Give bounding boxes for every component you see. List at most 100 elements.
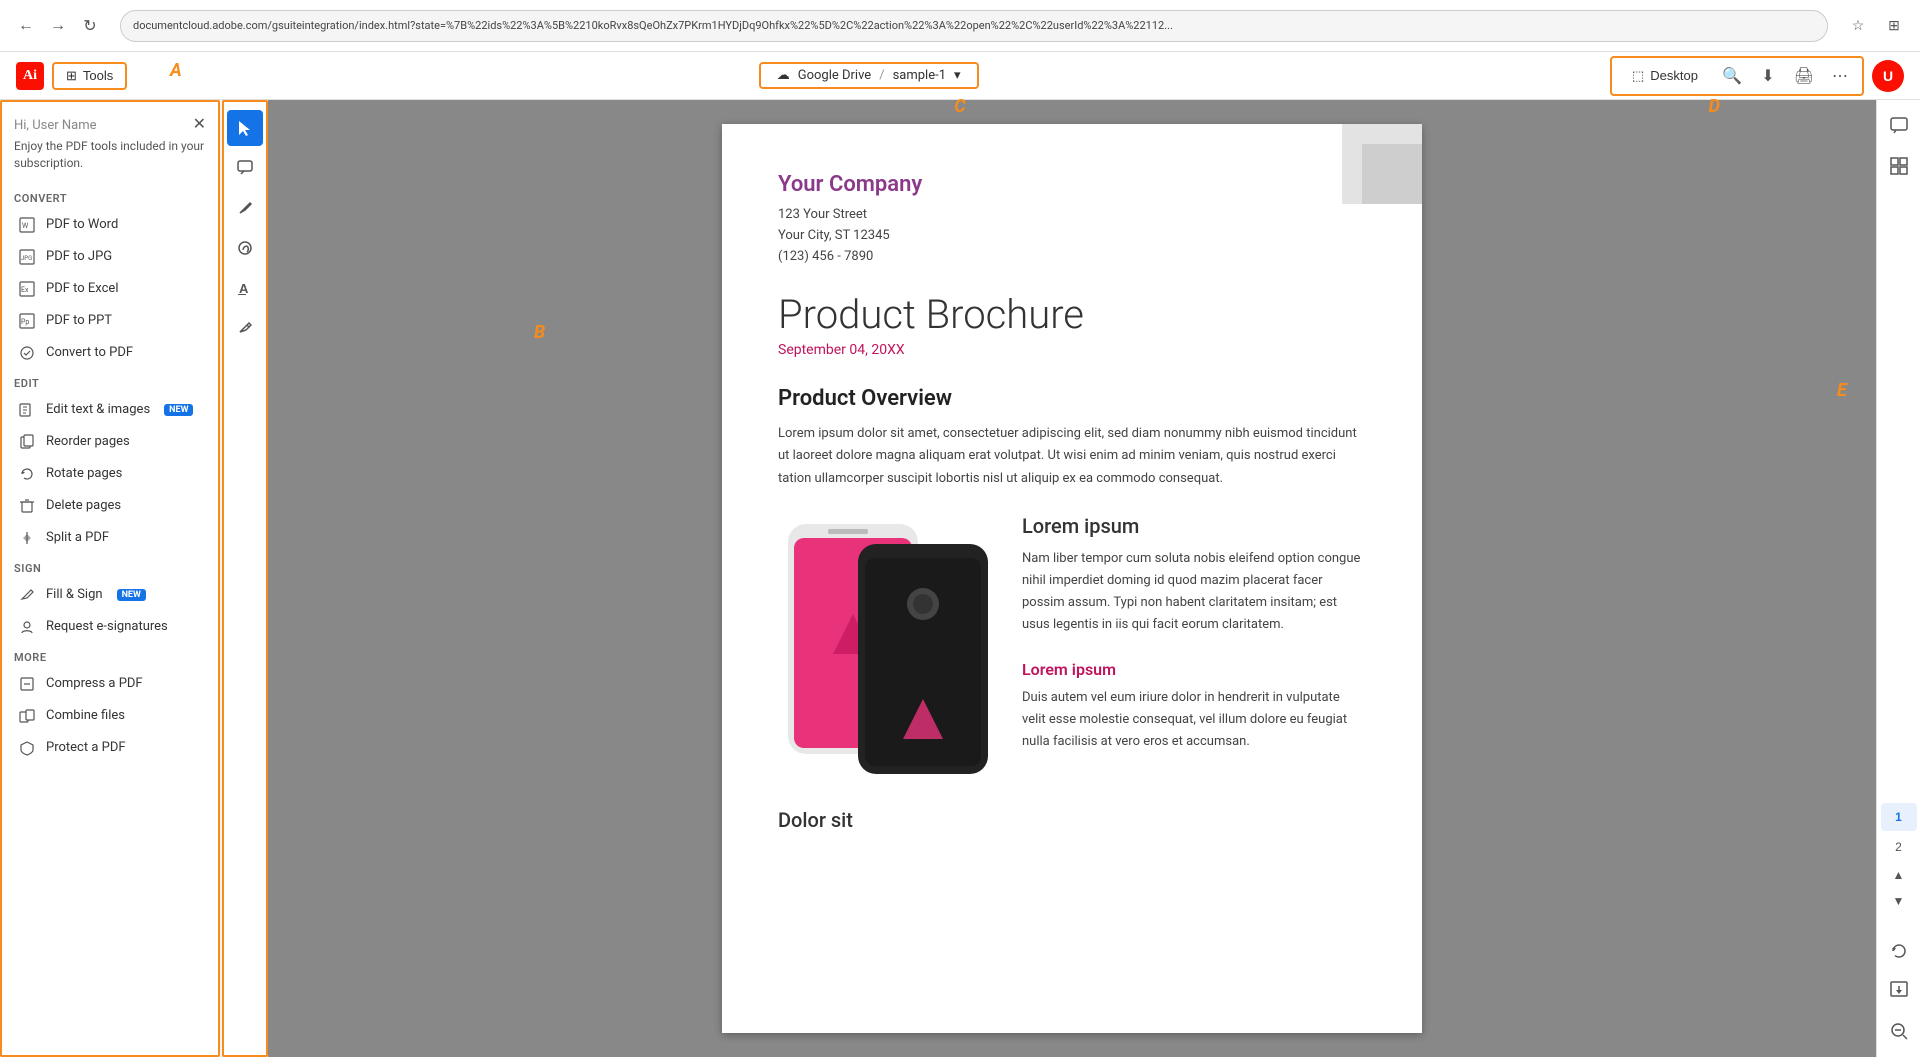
label-a-annotation: A (170, 60, 182, 81)
pdf-to-ppt-label: PDF to PPT (46, 313, 112, 328)
avatar-button[interactable]: U (1872, 60, 1904, 92)
convert-to-pdf-label: Convert to PDF (46, 345, 133, 360)
compress-pdf-label: Compress a PDF (46, 676, 143, 691)
company-phone: (123) 456 - 7890 (778, 247, 1366, 268)
sidebar-item-delete-pages[interactable]: Delete pages (6, 490, 214, 522)
fill-sign-badge: NEW (117, 589, 146, 601)
print-button[interactable]: 🖨 (1790, 62, 1818, 90)
brochure-title: Product Brochure (778, 291, 1366, 338)
app-toolbar: Ai ⊞ Tools A ☁ Google Drive / sample-1 ▾… (0, 52, 1920, 100)
page-numbers: 1 2 ▲ ▼ (1881, 803, 1917, 921)
company-name: Your Company (778, 172, 1366, 197)
sidebar-item-pdf-to-ppt[interactable]: Pp PDF to PPT (6, 305, 214, 337)
phone-image (778, 514, 998, 784)
sidebar-item-compress-pdf[interactable]: Compress a PDF (6, 668, 214, 700)
grid-panel-button[interactable] (1881, 148, 1917, 184)
dropdown-icon: ▾ (954, 68, 961, 83)
split-pdf-label: Split a PDF (46, 530, 109, 545)
tools-label: Tools (83, 68, 113, 83)
company-address: 123 Your Street Your City, ST 12345 (123… (778, 205, 1366, 267)
fill-sign-icon (18, 586, 36, 604)
sub2-title: Lorem ipsum (1022, 660, 1366, 679)
rotate-pages-icon (18, 465, 36, 483)
scroll-down-button[interactable]: ▼ (1881, 889, 1917, 913)
svg-text:Pp: Pp (21, 318, 29, 326)
toolbar-right-group: ⬚ Desktop 🔍 ⬇ 🖨 ⋯ (1610, 56, 1864, 96)
pen-tool-button[interactable] (227, 190, 263, 226)
split-pdf-icon (18, 529, 36, 547)
more-button[interactable]: ⋯ (1826, 62, 1854, 90)
reorder-pages-label: Reorder pages (46, 434, 130, 449)
sidebar-item-request-esignatures[interactable]: Request e-signatures (6, 611, 214, 643)
download-view-button[interactable] (1881, 973, 1917, 1009)
pdf-to-ppt-icon: Pp (18, 312, 36, 330)
sidebar-item-reorder-pages[interactable]: Reorder pages (6, 426, 214, 458)
cloud-icon: ☁ (777, 68, 790, 83)
combine-files-icon (18, 707, 36, 725)
file-breadcrumb[interactable]: ☁ Google Drive / sample-1 ▾ (759, 62, 979, 89)
pdf-area[interactable]: Your Company 123 Your Street Your City, … (268, 100, 1876, 1057)
label-b-annotation: B (534, 322, 545, 343)
protect-pdf-icon (18, 739, 36, 757)
sidebar-item-protect-pdf[interactable]: Protect a PDF (6, 732, 214, 764)
scroll-up-button[interactable]: ▲ (1881, 863, 1917, 887)
phone-svg (778, 514, 998, 784)
sidebar-greeting: Hi, User Name (14, 114, 97, 133)
link-tool-button[interactable] (227, 230, 263, 266)
company-city: Your City, ST 12345 (778, 226, 1366, 247)
page-1-button[interactable]: 1 (1881, 803, 1917, 831)
comment-tool-button[interactable] (227, 150, 263, 186)
refresh-button[interactable]: ↻ (76, 12, 104, 40)
extensions-button[interactable]: ⊞ (1880, 12, 1908, 40)
address-bar[interactable]: documentcloud.adobe.com/gsuiteintegratio… (120, 10, 1828, 42)
sidebar-item-pdf-to-jpg[interactable]: JPG PDF to JPG (6, 241, 214, 273)
edit-text-images-icon (18, 401, 36, 419)
compress-pdf-icon (18, 675, 36, 693)
star-button[interactable]: ☆ (1844, 12, 1872, 40)
overview-body: Lorem ipsum dolor sit amet, consectetuer… (778, 423, 1366, 489)
combine-files-label: Combine files (46, 708, 125, 723)
text-tool-button[interactable]: A (227, 270, 263, 306)
sub2-body: Duis autem vel eum iriure dolor in hendr… (1022, 687, 1366, 753)
download-button[interactable]: ⬇ (1754, 62, 1782, 90)
pdf-decoration-top-right (1282, 124, 1422, 264)
sidebar-item-pdf-to-excel[interactable]: Ex PDF to Excel (6, 273, 214, 305)
svg-text:JPG: JPG (21, 255, 32, 262)
sidebar-item-convert-to-pdf[interactable]: Convert to PDF (6, 337, 214, 369)
tools-button[interactable]: ⊞ Tools (52, 62, 127, 90)
sidebar-item-split-pdf[interactable]: Split a PDF (6, 522, 214, 554)
section-convert-label: CONVERT (2, 184, 218, 209)
sidebar-item-combine-files[interactable]: Combine files (6, 700, 214, 732)
sidebar-subtitle: Enjoy the PDF tools included in your sub… (2, 138, 218, 184)
rotate-pages-label: Rotate pages (46, 466, 122, 481)
refresh-view-button[interactable] (1881, 933, 1917, 969)
main-area: Hi, User Name ✕ Enjoy the PDF tools incl… (0, 100, 1920, 1057)
fill-sign-label: Fill & Sign (46, 587, 103, 602)
convert-to-pdf-icon (18, 344, 36, 362)
search-button[interactable]: 🔍 (1718, 62, 1746, 90)
comment-panel-button[interactable] (1881, 108, 1917, 144)
url-text: documentcloud.adobe.com/gsuiteintegratio… (133, 19, 1173, 32)
svg-text:A: A (239, 281, 249, 296)
company-street: 123 Your Street (778, 205, 1366, 226)
zoom-out-button[interactable] (1881, 1013, 1917, 1049)
sidebar-item-pdf-to-word[interactable]: W PDF to Word (6, 209, 214, 241)
back-button[interactable]: ← (12, 12, 40, 40)
file-name: sample-1 (893, 68, 946, 83)
sidebar-hi-text: Hi, User Name (14, 118, 97, 133)
page-2-button[interactable]: 2 (1881, 833, 1917, 861)
sidebar-item-rotate-pages[interactable]: Rotate pages (6, 458, 214, 490)
toolbar-center: ☁ Google Drive / sample-1 ▾ (135, 62, 1602, 89)
sub1-title: Lorem ipsum (1022, 514, 1366, 538)
edit-tool-button[interactable] (227, 310, 263, 346)
sidebar-item-fill-sign[interactable]: Fill & Sign NEW (6, 579, 214, 611)
sidebar-item-edit-text-images[interactable]: Edit text & images NEW (6, 394, 214, 426)
desktop-button[interactable]: ⬚ Desktop (1620, 64, 1710, 88)
select-tool-button[interactable] (227, 110, 263, 146)
forward-button[interactable]: → (44, 12, 72, 40)
delete-pages-icon (18, 497, 36, 515)
pdf-page: Your Company 123 Your Street Your City, … (722, 124, 1422, 1033)
sidebar-header: Hi, User Name ✕ (2, 102, 218, 138)
sidebar-close-button[interactable]: ✕ (193, 114, 206, 134)
svg-text:Ex: Ex (21, 286, 29, 294)
